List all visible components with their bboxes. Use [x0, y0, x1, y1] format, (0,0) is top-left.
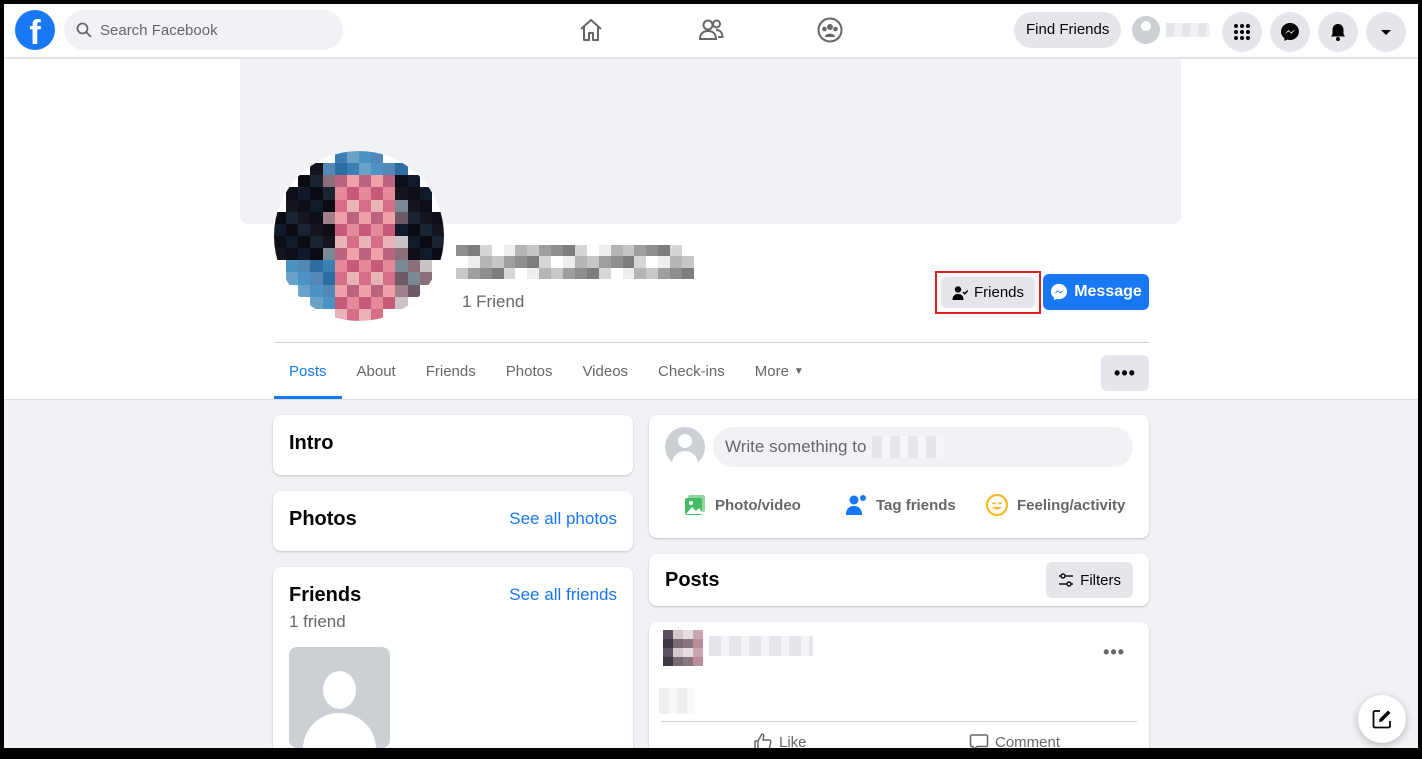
- top-navigation-bar: f Find Friends: [4, 4, 1418, 58]
- messenger-icon: [1051, 283, 1068, 301]
- tab-friends[interactable]: Friends: [411, 343, 491, 399]
- redacted-recipient-name: [872, 436, 945, 458]
- feeling-emoji-icon: [985, 493, 1009, 517]
- menu-grid-button[interactable]: [1222, 12, 1262, 52]
- post-card: ••• Like Comment: [649, 622, 1149, 748]
- notifications-icon: [1331, 24, 1345, 41]
- redacted-post-text: [659, 688, 695, 714]
- tab-label: Photos: [505, 362, 553, 380]
- redacted-username: [1166, 23, 1210, 37]
- friends-status-button[interactable]: Friends: [941, 277, 1035, 308]
- filters-label: Filters: [1080, 571, 1121, 589]
- post-divider: [661, 721, 1137, 722]
- tab-label: More: [754, 362, 789, 380]
- account-caret-icon: [1381, 30, 1391, 35]
- composer-avatar[interactable]: [665, 427, 705, 467]
- comment-button[interactable]: Comment: [969, 732, 1060, 748]
- friend-count[interactable]: 1 Friend: [462, 292, 524, 312]
- highlight-box: Friends: [935, 271, 1041, 314]
- tab-label: Friends: [425, 362, 476, 380]
- redacted-profile-name: [456, 245, 694, 279]
- see-all-friends-link[interactable]: See all friends: [509, 585, 617, 605]
- home-icon[interactable]: [577, 16, 605, 44]
- facebook-logo-icon[interactable]: f: [15, 10, 55, 50]
- tab-more[interactable]: More ▼: [740, 343, 819, 399]
- find-friends-button[interactable]: Find Friends: [1014, 12, 1122, 48]
- friend-tile[interactable]: [289, 647, 390, 748]
- comment-label: Comment: [995, 733, 1061, 749]
- tab-check-ins[interactable]: Check-ins: [643, 343, 740, 399]
- photo-video-label: Photo/video: [715, 496, 801, 514]
- account-chip[interactable]: [1130, 12, 1212, 48]
- composer-input[interactable]: Write something to: [713, 427, 1133, 467]
- like-button[interactable]: Like: [753, 732, 807, 748]
- feeling-activity-action[interactable]: Feeling/activity: [985, 493, 1125, 517]
- tab-label: Videos: [582, 362, 629, 380]
- friends-icon[interactable]: [697, 16, 725, 44]
- tab-photos[interactable]: Photos: [491, 343, 568, 399]
- tab-posts[interactable]: Posts: [274, 343, 342, 399]
- notifications-button[interactable]: [1318, 12, 1358, 52]
- profile-picture[interactable]: [274, 151, 444, 321]
- redacted-post-author: [709, 636, 813, 656]
- message-button-label: Message: [1074, 283, 1142, 300]
- intro-card: Intro: [273, 415, 633, 475]
- post-options-button[interactable]: •••: [1103, 642, 1125, 663]
- friends-title[interactable]: Friends: [289, 584, 361, 607]
- tab-label: Check-ins: [658, 362, 725, 380]
- post-composer: Write something to Photo/video Tag frien…: [649, 415, 1149, 538]
- redacted-post-avatar[interactable]: [663, 630, 703, 666]
- friends-button-label: Friends: [973, 284, 1025, 301]
- tag-friends-icon: [846, 495, 866, 515]
- feeling-activity-label: Feeling/activity: [1017, 496, 1126, 514]
- account-menu-button[interactable]: [1366, 12, 1406, 52]
- message-button[interactable]: Message: [1043, 274, 1149, 310]
- messenger-icon: [1281, 23, 1299, 41]
- photos-title[interactable]: Photos: [289, 508, 357, 531]
- friends-card: Friends See all friends 1 friend: [273, 567, 633, 748]
- posts-header-card: Posts Filters: [649, 554, 1149, 606]
- tab-label: About: [356, 362, 396, 380]
- groups-icon[interactable]: [816, 16, 844, 44]
- tab-about[interactable]: About: [342, 343, 411, 399]
- pixelated-profile-image: [274, 151, 444, 321]
- photo-icon: [685, 495, 705, 515]
- tag-friends-label: Tag friends: [876, 496, 956, 514]
- search-box[interactable]: [64, 10, 343, 50]
- messenger-button[interactable]: [1270, 12, 1310, 52]
- see-all-photos-link[interactable]: See all photos: [509, 509, 617, 529]
- avatar: [1132, 16, 1160, 44]
- like-label: Like: [779, 733, 807, 749]
- tab-label: Posts: [289, 362, 327, 380]
- profile-header: 1 Friend Friends Message Posts About Fri…: [4, 59, 1418, 400]
- filter-sliders-icon: [1059, 573, 1074, 587]
- photo-video-action[interactable]: Photo/video: [683, 493, 801, 517]
- comment-bubble-icon: [969, 734, 989, 748]
- filters-button[interactable]: Filters: [1046, 562, 1133, 598]
- intro-title: Intro: [289, 432, 334, 454]
- search-icon: [76, 22, 92, 38]
- posts-title: Posts: [665, 569, 720, 591]
- tag-friends-action[interactable]: Tag friends: [844, 493, 956, 517]
- composer-placeholder: Write something to: [725, 437, 867, 456]
- search-input[interactable]: [100, 21, 320, 39]
- profile-tabs: Posts About Friends Photos Videos Check-…: [274, 343, 819, 399]
- menu-grid-icon: [1234, 24, 1250, 40]
- compose-edit-icon: [1372, 710, 1391, 729]
- default-avatar-body: [303, 713, 376, 748]
- tab-videos[interactable]: Videos: [567, 343, 643, 399]
- new-message-button[interactable]: [1358, 695, 1406, 743]
- friends-count: 1 friend: [289, 612, 346, 631]
- friend-check-icon: [952, 285, 968, 300]
- default-avatar-head: [323, 671, 356, 709]
- thumbs-up-icon: [754, 733, 772, 748]
- profile-more-options-button[interactable]: •••: [1101, 355, 1149, 391]
- browser-viewport: f Find Friends 1 Frie: [4, 4, 1418, 748]
- caret-down-icon: ▼: [793, 365, 804, 377]
- photos-card: Photos See all photos: [273, 491, 633, 551]
